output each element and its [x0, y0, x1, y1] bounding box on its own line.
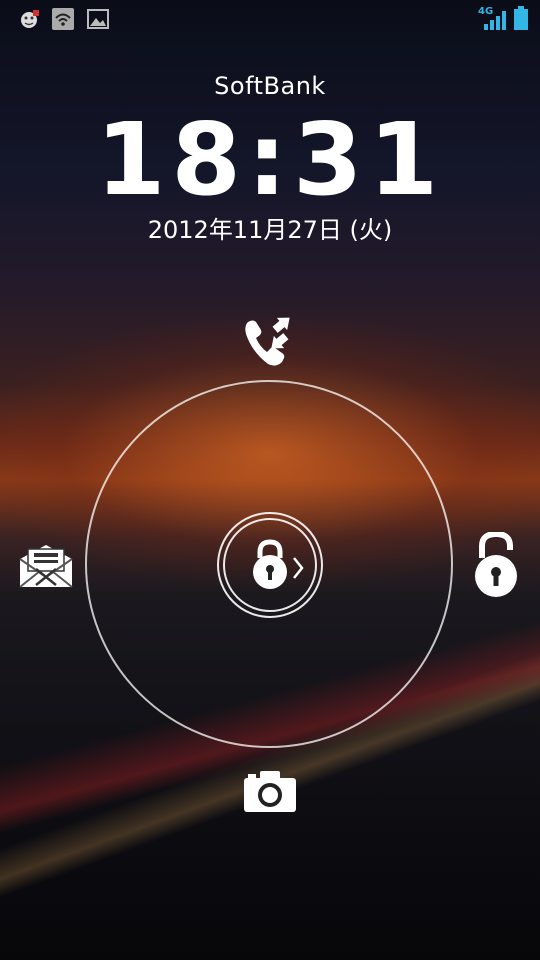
- status-bar: 4G: [0, 0, 540, 38]
- mail-icon[interactable]: [18, 543, 74, 589]
- phone-icon[interactable]: [240, 312, 300, 370]
- wifi-alert-icon: [52, 8, 74, 30]
- clock-time: 18:31: [95, 101, 445, 218]
- gallery-icon: [87, 9, 109, 29]
- signal-icon: [484, 11, 506, 30]
- lock-handle-icon[interactable]: [250, 538, 310, 592]
- unlock-icon[interactable]: [472, 532, 520, 598]
- battery-icon: [514, 6, 528, 30]
- carrier-label: SoftBank: [214, 72, 326, 100]
- notification-app-icon: [21, 10, 39, 28]
- clock-date: 2012年11月27日 (火): [147, 216, 393, 244]
- camera-icon[interactable]: [242, 768, 298, 814]
